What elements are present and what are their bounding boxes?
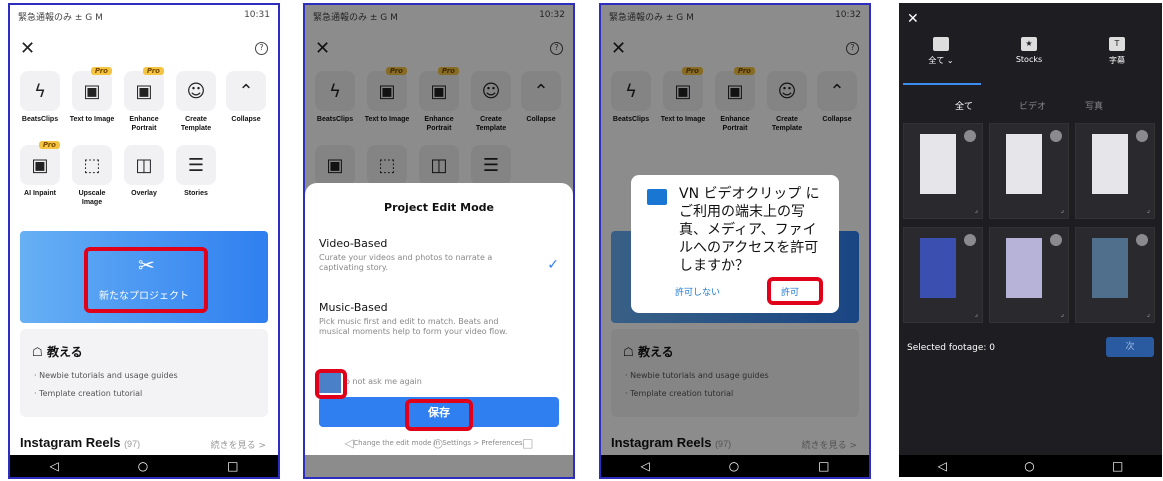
screen-media-picker: ✕ 全て ⌄ ★ Stocks T 字幕 全て ビデオ 写真 ⌟ ⌟ ⌟ ⌟ ⌟ ⌟… xyxy=(899,3,1162,477)
media-thumb[interactable]: ⌟ xyxy=(989,123,1069,219)
home-icon[interactable]: ○ xyxy=(138,459,148,473)
nav-bar: ◁ ○ □ xyxy=(899,455,1162,477)
screen-edit-mode: 緊急通報のみ ± G M 10:32 ✕ ? ϟ BeatsClips ▣ Pro T… xyxy=(303,3,575,479)
tool-beatsclips[interactable]: ϟ BeatsClips xyxy=(16,71,64,124)
learn-card[interactable]: ☖ 教える · Newbie tutorials and usage guide… xyxy=(20,329,268,417)
back-icon[interactable]: ◁ xyxy=(344,436,353,450)
nav-bar: ◁ ○ □ xyxy=(305,431,573,455)
tool-create-template[interactable]: ☺ Create Template xyxy=(172,71,220,133)
text-icon: T xyxy=(1109,37,1125,51)
highlight-box xyxy=(315,369,347,399)
see-more-link[interactable]: 続きを見る > xyxy=(211,438,266,451)
deny-button[interactable]: 許可しない xyxy=(675,285,720,298)
dont-ask-label: o not ask me again xyxy=(345,377,422,386)
highlight-box xyxy=(405,399,473,431)
reels-title: Instagram Reels (97) xyxy=(20,435,141,450)
select-circle[interactable] xyxy=(1136,130,1148,142)
folder-icon xyxy=(647,189,667,205)
expand-icon[interactable]: ⌟ xyxy=(1061,310,1064,318)
tab-stocks[interactable]: ★ Stocks xyxy=(999,37,1059,64)
media-thumb[interactable]: ⌟ xyxy=(903,227,983,323)
close-icon[interactable]: ✕ xyxy=(20,38,35,59)
pro-badge: Pro xyxy=(90,67,112,75)
recents-icon[interactable]: □ xyxy=(818,459,829,473)
tool-upscale-image[interactable]: ⬚ Upscale Image xyxy=(68,145,116,207)
overlay-icon: ◫ xyxy=(124,145,164,185)
select-circle[interactable] xyxy=(1050,234,1062,246)
recents-icon[interactable]: □ xyxy=(1112,459,1123,473)
media-thumb[interactable]: ⌟ xyxy=(1075,227,1155,323)
expand-icon[interactable]: ⌟ xyxy=(975,206,978,214)
tab-subtitles[interactable]: T 字幕 xyxy=(1087,37,1147,66)
select-circle[interactable] xyxy=(964,130,976,142)
pro-badge: Pro xyxy=(142,67,164,75)
select-circle[interactable] xyxy=(1050,130,1062,142)
status-time: 10:31 xyxy=(244,10,270,20)
expand-icon[interactable]: ⌟ xyxy=(1061,206,1064,214)
status-left: 緊急通報のみ ± G M xyxy=(18,13,103,23)
video-based-option[interactable]: Video-Based xyxy=(319,237,387,250)
chevron-up-icon: ⌃ xyxy=(226,71,266,111)
tab-indicator xyxy=(903,83,981,85)
nav-bar: ◁ ○ □ xyxy=(601,455,869,477)
media-thumb[interactable]: ⌟ xyxy=(1075,123,1155,219)
nav-bar: ◁ ○ □ xyxy=(10,455,278,477)
subtab-photo[interactable]: 写真 xyxy=(1085,99,1103,112)
next-button[interactable]: 次 xyxy=(1106,337,1154,357)
media-thumb[interactable]: ⌟ xyxy=(903,123,983,219)
home-icon[interactable]: ○ xyxy=(1024,459,1034,473)
tool-ai-inpaint[interactable]: ▣ Pro AI Inpaint xyxy=(16,141,64,198)
template-icon: ☺ xyxy=(176,71,216,111)
recents-icon[interactable]: □ xyxy=(522,436,533,450)
home-icon[interactable]: ○ xyxy=(729,459,739,473)
pro-badge: Pro xyxy=(38,141,60,149)
reels-count: (97) xyxy=(124,439,141,449)
status-bar: 緊急通報のみ ± G M 10:31 xyxy=(10,5,278,27)
screen-permission: 緊急通報のみ ± G M 10:32 ✕ ? ϟ BeatsClips ▣ Pro T… xyxy=(599,3,871,479)
expand-icon[interactable]: ⌟ xyxy=(975,310,978,318)
learn-title: ☖ 教える xyxy=(32,345,83,359)
tool-stories[interactable]: ☰ Stories xyxy=(172,145,220,198)
home-icon[interactable]: ○ xyxy=(433,436,443,450)
back-icon[interactable]: ◁ xyxy=(49,459,58,473)
expand-icon[interactable]: ⌟ xyxy=(1147,310,1150,318)
sheet-title: Project Edit Mode xyxy=(384,201,494,214)
subtab-all[interactable]: 全て xyxy=(955,99,973,112)
media-thumb[interactable]: ⌟ xyxy=(989,227,1069,323)
check-icon: ✓ xyxy=(547,257,559,273)
close-icon[interactable]: ✕ xyxy=(907,11,919,27)
upscale-icon: ⬚ xyxy=(72,145,112,185)
permission-text: VN ビデオクリップ にご利用の端末上の写真、メディア、ファイルへのアクセスを許… xyxy=(679,186,820,274)
music-based-desc: Pick music first and edit to match. Beat… xyxy=(319,317,508,336)
help-icon[interactable]: ? xyxy=(255,42,268,55)
tool-collapse[interactable]: ⌃ Collapse xyxy=(222,71,270,124)
tab-all[interactable]: 全て ⌄ xyxy=(911,37,971,66)
screen-home: 緊急通報のみ ± G M 10:31 ✕ ? ϟ BeatsClips ▣ Pro T… xyxy=(8,3,280,479)
hd-icon: ▣ Pro xyxy=(124,67,164,111)
back-icon[interactable]: ◁ xyxy=(640,459,649,473)
subtab-video[interactable]: ビデオ xyxy=(1019,99,1046,112)
selected-footage-count: Selected footage: 0 xyxy=(907,343,995,353)
tool-overlay[interactable]: ◫ Overlay xyxy=(120,145,168,198)
tool-enhance-portrait[interactable]: ▣ Pro Enhance Portrait xyxy=(120,67,168,133)
star-folder-icon: ★ xyxy=(1021,37,1037,51)
back-icon[interactable]: ◁ xyxy=(938,459,947,473)
stories-icon: ☰ xyxy=(176,145,216,185)
learn-item[interactable]: · Newbie tutorials and usage guides xyxy=(34,371,178,380)
inpaint-icon: ▣ Pro xyxy=(20,141,60,185)
learn-item[interactable]: · Template creation tutorial xyxy=(34,389,142,398)
video-based-desc: Curate your videos and photos to narrate… xyxy=(319,253,493,272)
ai-image-icon: ▣ Pro xyxy=(72,67,112,111)
lightning-icon: ϟ xyxy=(20,71,60,111)
highlight-box xyxy=(767,277,823,305)
highlight-box xyxy=(84,247,208,313)
music-based-option[interactable]: Music-Based xyxy=(319,301,388,314)
gallery-icon xyxy=(933,37,949,51)
recents-icon[interactable]: □ xyxy=(227,459,238,473)
expand-icon[interactable]: ⌟ xyxy=(1147,206,1150,214)
select-circle[interactable] xyxy=(1136,234,1148,246)
select-circle[interactable] xyxy=(964,234,976,246)
tool-text-to-image[interactable]: ▣ Pro Text to Image xyxy=(68,67,116,124)
